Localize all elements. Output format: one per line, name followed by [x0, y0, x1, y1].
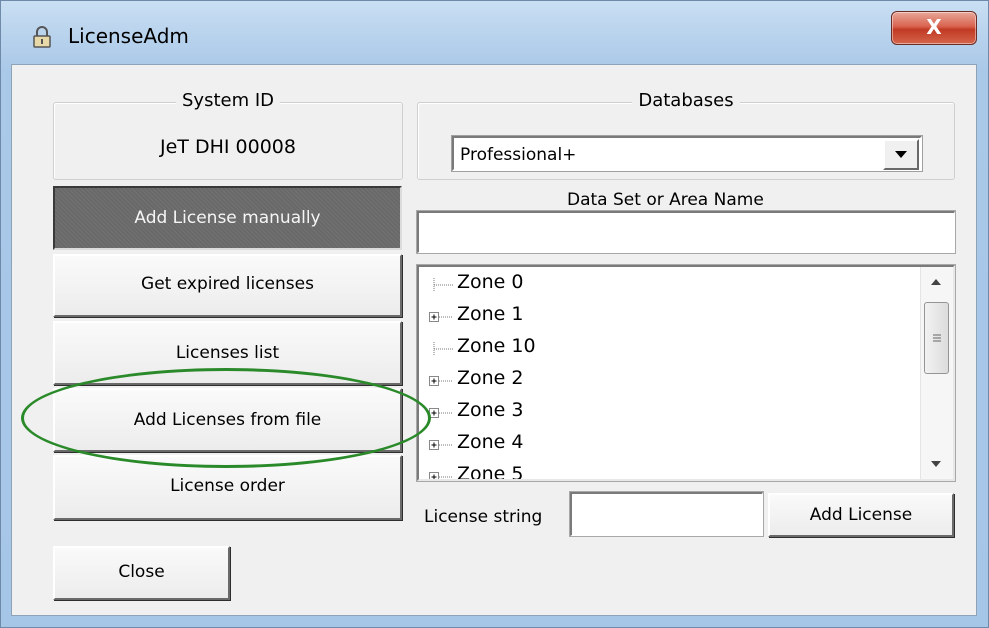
license-string-label: License string	[424, 507, 543, 527]
scroll-up-button[interactable]	[921, 267, 953, 297]
license-order-button[interactable]: License order	[53, 455, 402, 520]
window-title: LicenseAdm	[68, 24, 189, 48]
data-set-input[interactable]	[416, 210, 956, 254]
get-expired-licenses-label: Get expired licenses	[141, 274, 314, 294]
tree-item-label: Zone 2	[457, 367, 524, 389]
license-string-input[interactable]	[569, 491, 764, 537]
close-icon: X	[926, 15, 942, 39]
close-button[interactable]: Close	[53, 546, 230, 600]
expand-plus-icon[interactable]	[429, 310, 453, 324]
expand-plus-icon[interactable]	[429, 406, 453, 420]
tree-item-label: Zone 10	[457, 335, 536, 357]
tree-item-label: Zone 0	[457, 271, 524, 293]
title-bar[interactable]: LicenseAdm X	[1, 1, 989, 63]
system-id-legend: System ID	[175, 90, 280, 111]
database-select[interactable]: Professional+	[451, 135, 923, 172]
tree-item-label: Zone 4	[457, 431, 524, 453]
license-order-label: License order	[170, 476, 285, 496]
add-licenses-from-file-label: Add Licenses from file	[133, 410, 322, 430]
scroll-down-icon	[931, 461, 941, 467]
scroll-thumb[interactable]	[924, 302, 949, 374]
system-id-value: JeT DHI 00008	[160, 136, 296, 158]
databases-legend: Databases	[632, 90, 740, 111]
system-id-group: System ID JeT DHI 00008	[53, 90, 403, 180]
data-set-label: Data Set or Area Name	[567, 190, 764, 210]
scroll-down-button[interactable]	[921, 449, 953, 479]
tree-scrollbar[interactable]	[920, 267, 953, 479]
close-label: Close	[118, 562, 165, 582]
expand-plus-icon[interactable]	[429, 470, 453, 481]
add-licenses-from-file-button[interactable]: Add Licenses from file	[53, 388, 402, 452]
add-license-manually-label: Add License manually	[134, 208, 321, 228]
tree-line-icon	[433, 342, 453, 356]
chevron-down-icon	[895, 151, 907, 158]
padlock-icon	[33, 26, 51, 48]
database-select-value: Professional+	[460, 145, 577, 165]
dropdown-button[interactable]	[883, 139, 919, 170]
dialog-client-area: System ID JeT DHI 00008 Databases Profes…	[11, 64, 977, 616]
add-license-button[interactable]: Add License	[768, 493, 954, 537]
window-close-button[interactable]: X	[891, 11, 977, 45]
tree-item-label: Zone 5	[457, 463, 524, 481]
licenses-list-button[interactable]: Licenses list	[53, 321, 402, 385]
window-frame: LicenseAdm X System ID JeT DHI 00008 Dat…	[0, 0, 989, 628]
expand-plus-icon[interactable]	[429, 374, 453, 388]
add-license-manually-button[interactable]: Add License manually	[53, 186, 402, 250]
licenses-list-label: Licenses list	[175, 343, 280, 363]
tree-item-label: Zone 1	[457, 303, 524, 325]
get-expired-licenses-button[interactable]: Get expired licenses	[53, 254, 402, 317]
grip-icon	[933, 334, 941, 342]
zone-tree[interactable]: Zone 0 Zone 1 Zone 10 Zone 2 Zone 3 Zone 4 Zon…	[416, 264, 956, 482]
expand-plus-icon[interactable]	[429, 438, 453, 452]
tree-line-icon	[433, 278, 453, 292]
databases-group: Databases Professional+	[417, 90, 955, 180]
tree-item-label: Zone 3	[457, 399, 524, 421]
scroll-up-icon	[931, 279, 941, 285]
add-license-label: Add License	[809, 505, 913, 525]
